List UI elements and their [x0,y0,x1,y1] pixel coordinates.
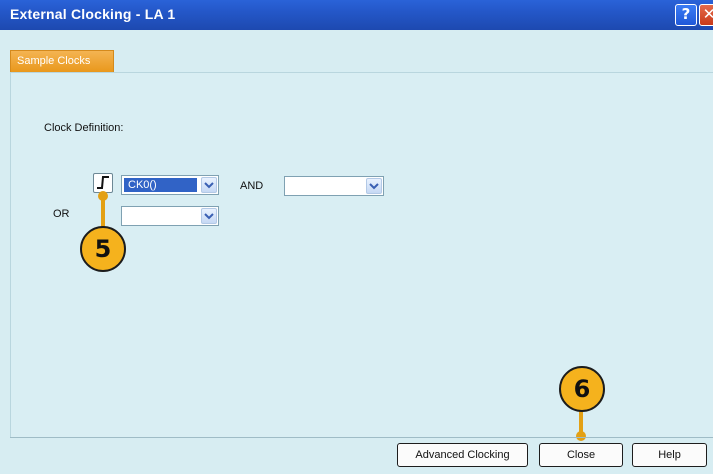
title-bar[interactable]: External Clocking - LA 1 ? ✕ [0,0,713,30]
callout-6-anchor [576,431,586,441]
clock-definition-label: Clock Definition: [44,122,124,134]
rising-edge-icon [97,176,109,189]
and-clock-select[interactable] [284,176,384,196]
and-clock-value [287,179,295,193]
button-bar-divider [10,437,713,438]
or-clock-value [124,209,132,223]
clock-source-select[interactable]: CK0() [121,175,219,195]
close-icon[interactable]: ✕ [699,4,713,26]
dialog-window: External Clocking - LA 1 ? ✕ Sample Cloc… [0,0,713,474]
or-clock-select[interactable] [121,206,219,226]
advanced-clocking-button[interactable]: Advanced Clocking [397,443,528,467]
help-icon[interactable]: ? [675,4,697,26]
and-label: AND [240,180,264,192]
callout-5-anchor [98,191,108,201]
or-label: OR [53,208,70,220]
chevron-down-icon[interactable] [201,177,217,193]
edge-select-button[interactable] [93,173,113,193]
callout-6: 6 [559,366,605,412]
tab-sample-clocks[interactable]: Sample Clocks [10,50,114,72]
close-button[interactable]: Close [539,443,623,467]
chevron-down-icon[interactable] [366,178,382,194]
chevron-down-icon[interactable] [201,208,217,224]
clock-source-value: CK0() [124,178,197,192]
callout-5: 5 [80,226,126,272]
window-title: External Clocking - LA 1 [10,6,176,22]
help-button[interactable]: Help [632,443,707,467]
